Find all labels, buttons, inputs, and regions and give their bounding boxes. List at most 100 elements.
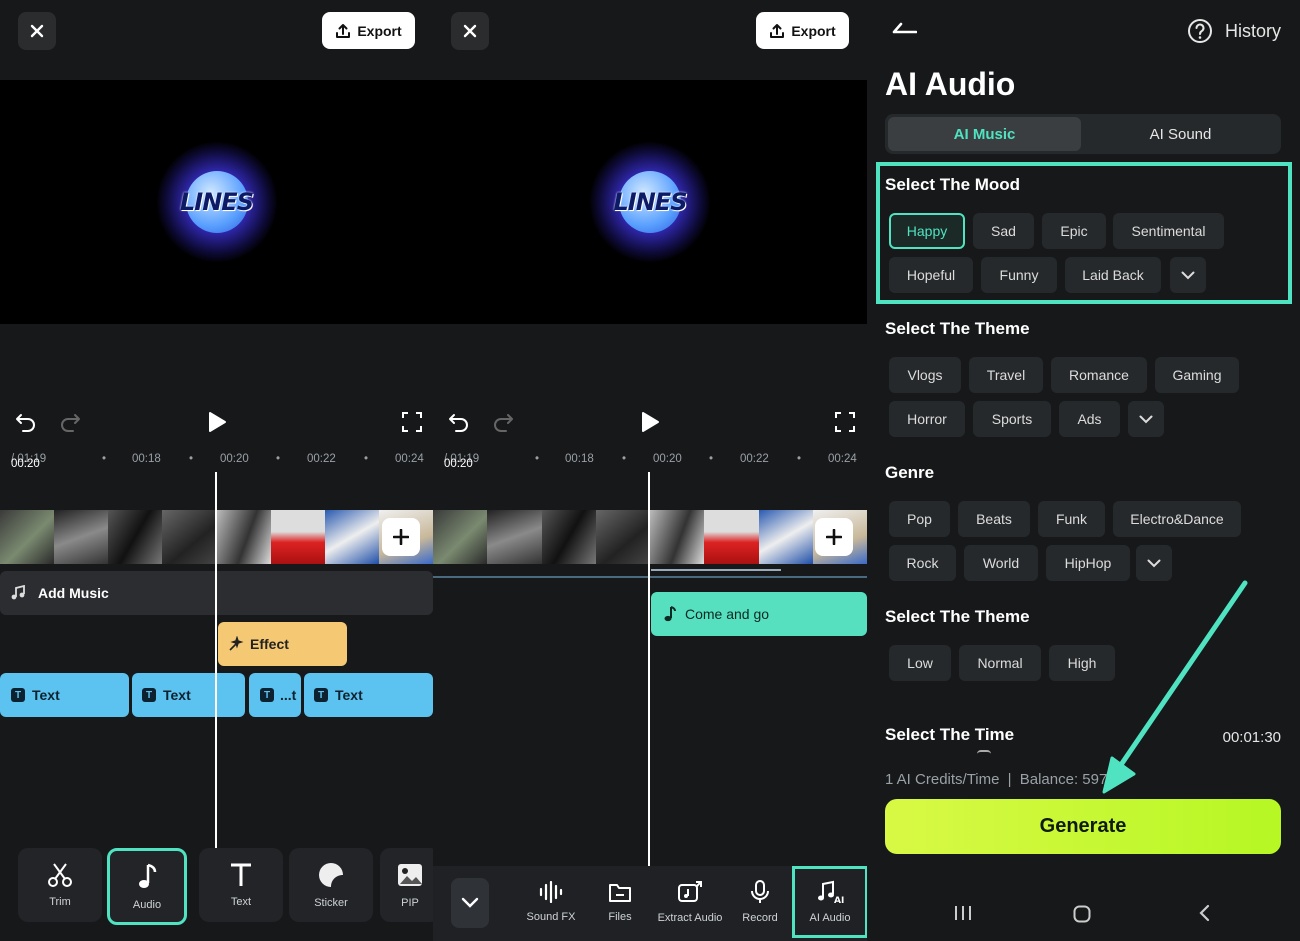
video-preview[interactable]: LINES — [433, 80, 867, 324]
text-tool[interactable]: Text — [199, 848, 283, 922]
energy-heading: Select The Theme — [885, 607, 1030, 626]
theme-chip[interactable]: Gaming — [1155, 357, 1239, 393]
export-button[interactable]: Export — [756, 12, 849, 49]
genre-chip[interactable]: HipHop — [1046, 545, 1130, 581]
export-button[interactable]: Export — [322, 12, 415, 49]
audio-clip[interactable]: Come and go — [651, 592, 867, 636]
add-clip-button[interactable] — [382, 518, 420, 556]
trim-tool[interactable]: Trim — [18, 848, 102, 922]
play-button[interactable] — [205, 410, 229, 434]
history-button[interactable]: History — [1187, 18, 1281, 44]
folder-icon — [609, 884, 631, 902]
playhead[interactable] — [215, 472, 217, 850]
video-track[interactable] — [433, 510, 867, 564]
collapse-button[interactable] — [451, 878, 489, 928]
timeline-ruler: 00:20 / 01:19 • 00:18 • 00:20 • 00:22 • … — [11, 453, 424, 470]
time-slider-handle[interactable] — [977, 750, 991, 754]
close-button[interactable] — [451, 12, 489, 50]
text-clip[interactable]: T ...t — [249, 673, 301, 717]
ruler-tick: 00:22 — [740, 453, 769, 465]
home-button[interactable] — [1073, 905, 1091, 928]
text-clip[interactable]: T Text — [0, 673, 129, 717]
mood-expand-button[interactable] — [1170, 257, 1206, 293]
genre-chip[interactable]: Rock — [889, 545, 956, 581]
ai-audio-tool[interactable]: AI AI Audio — [792, 866, 867, 938]
playhead[interactable] — [648, 472, 650, 867]
genre-chip[interactable]: Electro&Dance — [1113, 501, 1241, 537]
chevron-down-icon — [1147, 559, 1161, 567]
back-button[interactable] — [891, 18, 918, 39]
effect-icon — [229, 636, 244, 651]
tab-ai-music[interactable]: AI Music — [888, 117, 1081, 151]
text-clip-icon: T — [11, 688, 25, 702]
playback-controls — [433, 400, 867, 444]
genre-chip[interactable]: World — [964, 545, 1038, 581]
mood-chip[interactable]: Sentimental — [1113, 213, 1224, 249]
mood-chip[interactable]: Sad — [973, 213, 1034, 249]
tab-ai-sound[interactable]: AI Sound — [1083, 117, 1278, 151]
genre-expand-button[interactable] — [1136, 545, 1172, 581]
files-tool[interactable]: Files — [593, 866, 647, 938]
fullscreen-button[interactable] — [400, 410, 424, 434]
ai-music-icon: AI — [818, 880, 844, 904]
genre-chip[interactable]: Beats — [958, 501, 1030, 537]
scissors-icon — [48, 863, 72, 887]
redo-button[interactable] — [58, 410, 82, 434]
text-icon — [231, 863, 251, 886]
theme-chip[interactable]: Horror — [889, 401, 965, 437]
tool-label: Trim — [49, 896, 71, 908]
video-preview[interactable]: LINES — [0, 80, 433, 324]
theme-chip[interactable]: Travel — [969, 357, 1043, 393]
bottom-toolbar: Trim Audio Text Sticker PIP — [0, 848, 433, 941]
genre-chip[interactable]: Funk — [1038, 501, 1105, 537]
theme-chip[interactable]: Vlogs — [889, 357, 961, 393]
extract-audio-tool[interactable]: Extract Audio — [655, 866, 725, 938]
energy-chip[interactable]: Low — [889, 645, 951, 681]
track-marker — [651, 569, 781, 571]
lines-logo: LINES — [156, 142, 277, 262]
genre-chip[interactable]: Pop — [889, 501, 950, 537]
sound-fx-tool[interactable]: Sound FX — [523, 866, 579, 938]
sticker-tool[interactable]: Sticker — [289, 848, 373, 922]
add-clip-button[interactable] — [815, 518, 853, 556]
help-icon — [1187, 19, 1212, 43]
mood-chip[interactable]: Laid Back — [1065, 257, 1161, 293]
pointer-arrow — [1102, 580, 1248, 794]
pip-icon — [398, 864, 422, 886]
extract-audio-icon — [678, 881, 702, 902]
audio-tool[interactable]: Audio — [107, 848, 187, 925]
theme-expand-button[interactable] — [1128, 401, 1164, 437]
record-tool[interactable]: Record — [735, 866, 785, 938]
energy-chip[interactable]: Normal — [959, 645, 1041, 681]
text-clip[interactable]: T Text — [132, 673, 245, 717]
redo-button[interactable] — [491, 410, 515, 434]
mood-chip[interactable]: Funny — [981, 257, 1057, 293]
theme-heading: Select The Theme — [885, 319, 1030, 338]
mood-chip-happy[interactable]: Happy — [889, 213, 965, 249]
theme-chip[interactable]: Sports — [973, 401, 1051, 437]
theme-chip[interactable]: Romance — [1051, 357, 1147, 393]
undo-button[interactable] — [14, 410, 38, 434]
upload-icon — [336, 23, 351, 38]
back-arrow-icon — [892, 22, 918, 34]
fullscreen-button[interactable] — [833, 410, 857, 434]
theme-chip[interactable]: Ads — [1059, 401, 1120, 437]
nav-back-button[interactable] — [1198, 904, 1210, 927]
plus-icon — [393, 529, 409, 545]
effect-clip[interactable]: Effect — [218, 622, 347, 666]
text-clip[interactable]: T Text — [304, 673, 433, 717]
pip-tool[interactable]: PIP — [380, 848, 433, 922]
recents-button[interactable] — [954, 905, 972, 926]
logo-text: LINES — [613, 188, 688, 216]
tool-label: AI Audio — [809, 912, 851, 924]
timeline-ruler: 00:20 / 01:19 • 00:18 • 00:20 • 00:22 • … — [444, 453, 857, 470]
text-clip-label: ...t — [280, 687, 297, 703]
ruler-tick: 00:18 — [132, 453, 161, 465]
mood-chip[interactable]: Hopeful — [889, 257, 973, 293]
close-button[interactable] — [18, 12, 56, 50]
undo-button[interactable] — [447, 410, 471, 434]
microphone-icon — [751, 880, 769, 903]
generate-button[interactable]: Generate — [885, 799, 1281, 854]
mood-chip[interactable]: Epic — [1042, 213, 1106, 249]
play-button[interactable] — [638, 410, 662, 434]
